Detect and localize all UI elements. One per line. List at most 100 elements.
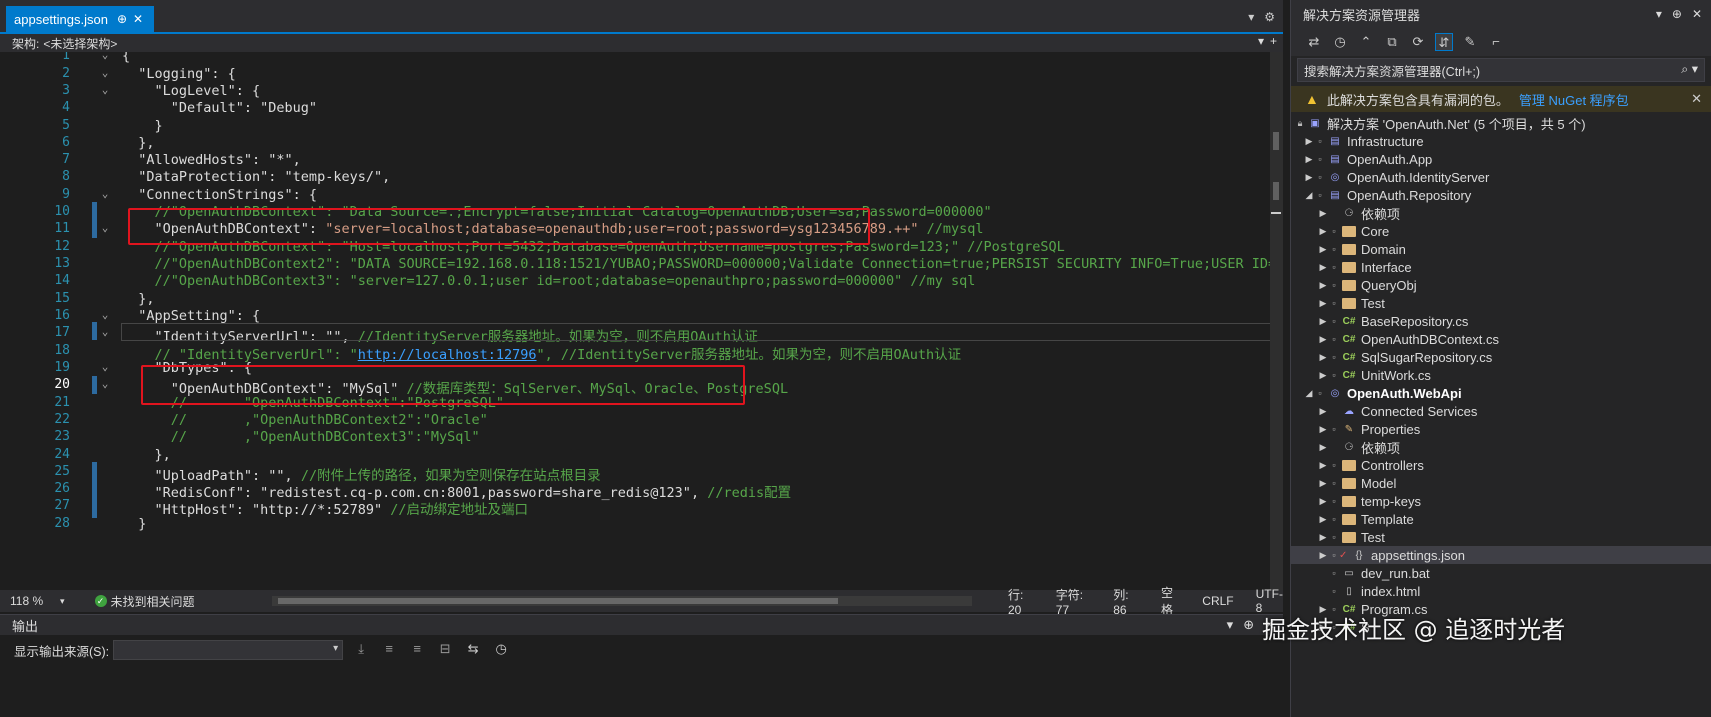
tree-item-folder[interactable]: ▶ ▫ QueryObj — [1291, 276, 1711, 294]
whitespace-indicator[interactable]: 空格 — [1161, 584, 1180, 618]
clear-all-icon[interactable]: ⊟ — [435, 641, 455, 659]
chevron-down-icon[interactable]: ▾ — [1227, 617, 1234, 633]
tree-item-folder[interactable]: ▶ ▫ temp-keys — [1291, 492, 1711, 510]
next-message-icon[interactable]: ≡ — [407, 641, 427, 659]
tree-item-folder[interactable]: ▶ ▫ Core — [1291, 222, 1711, 240]
sync-with-document-icon[interactable]: ⇵ — [1435, 33, 1453, 51]
collapse-chevron-icon[interactable]: ⌄ — [99, 66, 111, 79]
close-icon[interactable]: ✕ — [130, 12, 146, 26]
expanded-arrow-icon[interactable]: ◢ — [1303, 190, 1315, 201]
collapse-chevron-icon[interactable]: ⌄ — [99, 52, 111, 61]
tree-item-folder[interactable]: ▶ ▫ Domain — [1291, 240, 1711, 258]
scroll-thumb[interactable] — [278, 598, 838, 604]
collapse-chevron-icon[interactable]: ⌄ — [99, 325, 111, 338]
expand-arrow-icon[interactable]: ▶ — [1317, 352, 1329, 363]
word-wrap-icon[interactable]: ⇆ — [463, 641, 483, 659]
solution-search-input[interactable]: 搜索解决方案资源管理器(Ctrl+;) ⌕ ▾ — [1297, 58, 1705, 82]
refresh-icon[interactable]: ⟳ — [1409, 33, 1427, 51]
chevron-down-icon[interactable]: ▾ — [1258, 34, 1264, 48]
tree-item-dependencies[interactable]: ▶ ⚆ 依赖项 — [1291, 438, 1711, 456]
expand-arrow-icon[interactable]: ▶ — [1317, 262, 1329, 273]
split-add-icon[interactable]: + — [1270, 34, 1277, 48]
expand-arrow-icon[interactable]: ▶ — [1317, 226, 1329, 237]
expand-arrow-icon[interactable]: ▶ — [1317, 298, 1329, 309]
expand-arrow-icon[interactable]: ▶ — [1317, 208, 1329, 219]
collapse-all-icon[interactable]: ⌃ — [1357, 33, 1375, 51]
expand-arrow-icon[interactable]: ▶ — [1317, 532, 1329, 543]
tree-item-project[interactable]: ▶ ▫ ▤ Infrastructure — [1291, 132, 1711, 150]
previous-message-icon[interactable]: ≡ — [379, 641, 399, 659]
tree-item-project[interactable]: ▶ ▫ ◎ OpenAuth.IdentityServer — [1291, 168, 1711, 186]
close-icon[interactable]: ✕ — [1692, 7, 1702, 21]
vertical-scrollbar[interactable] — [1270, 52, 1283, 590]
code-editor[interactable]: 1 2 3 4 5 6 7 8 9 10 11 12 13 14 15 16 1… — [0, 52, 1283, 590]
tree-item-folder[interactable]: ▶ ▫ Controllers — [1291, 456, 1711, 474]
collapse-chevron-icon[interactable]: ⌄ — [99, 308, 111, 321]
expand-arrow-icon[interactable]: ▶ — [1317, 244, 1329, 255]
output-source-select[interactable]: ▾ — [113, 640, 344, 660]
expanded-arrow-icon[interactable]: ◢ — [1303, 388, 1315, 399]
expand-arrow-icon[interactable]: ▶ — [1317, 406, 1329, 417]
settings-gear-icon[interactable]: ⚙ — [1264, 10, 1275, 24]
expand-arrow-icon[interactable]: ▶ — [1317, 280, 1329, 291]
expand-arrow-icon[interactable]: ▶ — [1317, 442, 1329, 453]
tree-item-project[interactable]: ◢ ▫ ◎ OpenAuth.WebApi — [1291, 384, 1711, 402]
expand-arrow-icon[interactable]: ▶ — [1317, 550, 1329, 561]
tree-item-connected-services[interactable]: ▶ ☁ Connected Services — [1291, 402, 1711, 420]
issues-indicator[interactable]: ✓ 未找到相关问题 — [94, 593, 195, 610]
zoom-dropdown-icon[interactable]: ▾ — [60, 596, 65, 607]
eol-indicator[interactable]: CRLF — [1202, 594, 1233, 608]
schema-selector[interactable]: <未选择架构> — [43, 35, 117, 52]
tree-item-file[interactable]: ▶ ▫ C# OpenAuthDBContext.cs — [1291, 330, 1711, 348]
tree-item-file[interactable]: ▶ ▫ C# SqlSugarRepository.cs — [1291, 348, 1711, 366]
expand-arrow-icon[interactable]: ▶ — [1317, 316, 1329, 327]
code-link[interactable]: http://localhost:12796 — [358, 347, 537, 363]
collapse-chevron-icon[interactable]: ⌄ — [99, 187, 111, 200]
tree-item-folder[interactable]: ▶ ▫ Test — [1291, 528, 1711, 546]
expand-arrow-icon[interactable]: ▶ — [1317, 496, 1329, 507]
collapse-chevron-icon[interactable]: ⌄ — [99, 360, 111, 373]
pin-icon[interactable]: ⊕ — [114, 12, 130, 26]
tree-item-project[interactable]: ▶ ▫ ▤ OpenAuth.App — [1291, 150, 1711, 168]
tree-item-dependencies[interactable]: ▶ ⚆ 依赖项 — [1291, 204, 1711, 222]
pin-icon[interactable]: ⊕ — [1243, 617, 1254, 633]
expand-arrow-icon[interactable]: ▶ — [1303, 172, 1315, 183]
tree-item-solution[interactable]: 🔒︎ ▣ 解决方案 'OpenAuth.Net' (5 个项目，共 5 个) — [1291, 114, 1711, 132]
manage-nuget-link[interactable]: 管理 NuGet 程序包 — [1519, 90, 1629, 109]
collapse-chevron-icon[interactable]: ⌄ — [99, 377, 111, 390]
tree-item-file[interactable]: ▫ ▭ dev_run.bat — [1291, 564, 1711, 582]
expand-arrow-icon[interactable]: ▶ — [1317, 478, 1329, 489]
expand-arrow-icon[interactable]: ▶ — [1317, 514, 1329, 525]
tab-appsettings-json[interactable]: appsettings.json ⊕ ✕ — [6, 6, 154, 32]
preview-icon[interactable]: ⌐ — [1487, 33, 1505, 51]
collapse-chevron-icon[interactable]: ⌄ — [99, 83, 111, 96]
tree-item-folder[interactable]: ▶ ▫ Test — [1291, 294, 1711, 312]
find-message-icon[interactable]: ⤓ — [351, 641, 371, 659]
search-icon[interactable]: ⌕ ▾ — [1681, 61, 1698, 77]
history-icon[interactable]: ◷ — [1331, 33, 1349, 51]
clock-icon[interactable]: ◷ — [491, 641, 511, 659]
chevron-down-icon[interactable]: ▾ — [1656, 7, 1662, 21]
expand-arrow-icon[interactable]: ▶ — [1303, 154, 1315, 165]
tree-item-file-selected[interactable]: ▶ ▫ ✓ {} appsettings.json — [1291, 546, 1711, 564]
tree-item-file[interactable]: ▶ ▫ C# BaseRepository.cs — [1291, 312, 1711, 330]
zoom-level[interactable]: 118 % — [0, 594, 60, 608]
tree-item-project[interactable]: ◢ ▫ ▤ OpenAuth.Repository — [1291, 186, 1711, 204]
properties-wrench-icon[interactable]: ✎ — [1461, 33, 1479, 51]
expand-arrow-icon[interactable]: ▶ — [1317, 460, 1329, 471]
tree-item-file[interactable]: ▫ ▯ index.html — [1291, 582, 1711, 600]
expand-arrow-icon[interactable]: ▶ — [1317, 370, 1329, 381]
tree-item-file[interactable]: ▶ ▫ C# UnitWork.cs — [1291, 366, 1711, 384]
expand-arrow-icon[interactable]: ▶ — [1317, 424, 1329, 435]
switch-views-icon[interactable]: ⇄ — [1305, 33, 1323, 51]
expand-arrow-icon[interactable]: ▶ — [1317, 334, 1329, 345]
close-icon[interactable]: ✕ — [1691, 91, 1702, 107]
tab-list-dropdown-icon[interactable]: ▾ — [1248, 10, 1254, 24]
pin-icon[interactable]: ⊕ — [1672, 7, 1682, 21]
expand-arrow-icon[interactable]: ▶ — [1303, 136, 1315, 147]
horizontal-scrollbar[interactable] — [272, 596, 972, 606]
tree-item-folder[interactable]: ▶ ▫ Interface — [1291, 258, 1711, 276]
tree-item-folder[interactable]: ▶ ▫ Model — [1291, 474, 1711, 492]
tree-item-folder[interactable]: ▶ ▫ Template — [1291, 510, 1711, 528]
tree-item-properties[interactable]: ▶ ▫ ✎ Properties — [1291, 420, 1711, 438]
